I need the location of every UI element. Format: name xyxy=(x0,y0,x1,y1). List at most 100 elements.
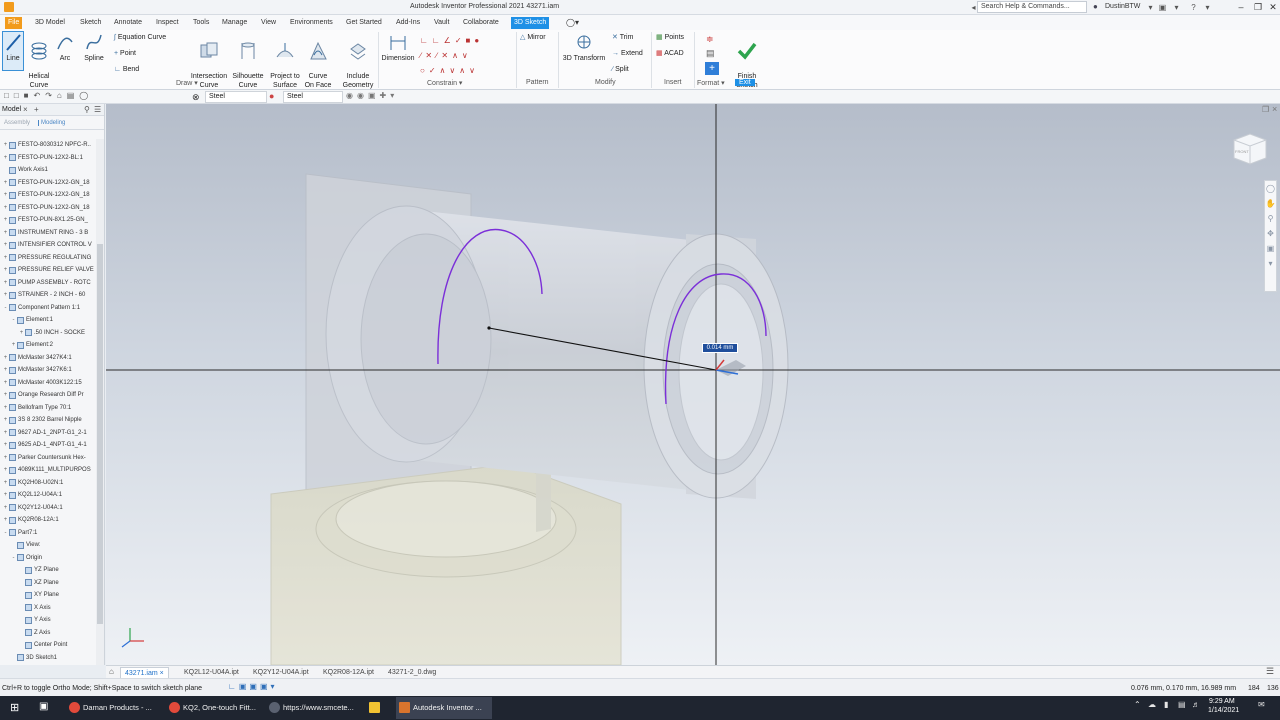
expand-toggle-icon[interactable]: + xyxy=(10,339,17,352)
tab-manage[interactable]: Manage xyxy=(219,17,250,29)
expand-toggle-icon[interactable]: - xyxy=(2,527,9,540)
search-icon[interactable]: ⚲ xyxy=(84,105,90,114)
tree-item[interactable]: 3D Sketch1 xyxy=(0,652,96,665)
viewport-restore-icon[interactable]: ❐ xyxy=(1262,105,1269,114)
qat-icons[interactable]: □□■↶↷⌂▤◯ xyxy=(4,91,93,100)
expand-toggle-icon[interactable]: + xyxy=(2,152,9,165)
expand-toggle-icon[interactable]: + xyxy=(2,477,9,490)
sketch-mode-icons[interactable]: ∟▣▣▣▾ xyxy=(228,682,278,691)
tree-item[interactable]: XY Plane xyxy=(0,589,96,602)
help-search-input[interactable]: Search Help & Commands... xyxy=(977,1,1087,13)
expand-toggle-icon[interactable]: + xyxy=(2,414,9,427)
dimension-button[interactable]: Dimension xyxy=(379,32,417,63)
points-button[interactable]: ▦ Points xyxy=(656,33,684,43)
expand-toggle-icon[interactable]: + xyxy=(2,189,9,202)
expand-toggle-icon[interactable]: + xyxy=(2,489,9,502)
tree-item[interactable]: Center Point xyxy=(0,639,96,652)
expand-toggle-icon[interactable]: + xyxy=(2,239,9,252)
equation-curve-button[interactable]: ∫ Equation Curve xyxy=(114,33,166,43)
tab-modeling[interactable]: Modeling xyxy=(38,120,65,126)
mirror-button[interactable]: △ Mirror xyxy=(520,33,546,43)
close-icon[interactable]: ✕ xyxy=(1264,0,1280,14)
arc-button[interactable]: Arc xyxy=(55,32,75,63)
extend-button[interactable]: → Extend xyxy=(612,49,643,59)
tree-item[interactable]: + INSTRUMENT RING - 3 B xyxy=(0,227,96,240)
tree-item[interactable]: X Axis xyxy=(0,602,96,615)
tab-collaborate[interactable]: Collaborate xyxy=(460,17,502,29)
tree-item[interactable]: + McMaster 3427K4:1 xyxy=(0,352,96,365)
tree-item[interactable]: + PRESSURE REGULATING xyxy=(0,252,96,265)
task-view-icon[interactable]: ▣ xyxy=(39,701,48,712)
tab-view[interactable]: View xyxy=(258,17,279,29)
tab-model[interactable]: Model xyxy=(2,106,21,113)
home-icon[interactable]: ⌂ xyxy=(109,667,114,676)
tab-vault[interactable]: Vault xyxy=(431,17,452,29)
expand-toggle-icon[interactable]: + xyxy=(2,264,9,277)
viewport-close-icon[interactable]: × xyxy=(1272,104,1277,114)
tree-item[interactable]: - Origin xyxy=(0,552,96,565)
line-start-point[interactable] xyxy=(487,326,491,330)
expand-toggle-icon[interactable]: + xyxy=(2,214,9,227)
tree-item[interactable]: + .50 INCH - SOCKE xyxy=(0,327,96,340)
helical-curve-button[interactable]: Helical Curve xyxy=(25,32,53,90)
navigation-bar[interactable]: ◯ ✋ ⚲ ✥ ▣ ▾ xyxy=(1264,180,1277,292)
expand-toggle-icon[interactable]: + xyxy=(2,464,9,477)
tab-annotate[interactable]: Annotate xyxy=(111,17,145,29)
tree-item[interactable]: + PUMP ASSEMBLY - ROTC xyxy=(0,277,96,290)
spline-button[interactable]: Spline xyxy=(82,32,106,63)
expand-toggle-icon[interactable]: + xyxy=(2,377,9,390)
tree-item[interactable]: + PRESSURE RELIEF VALVE xyxy=(0,264,96,277)
taskbar-item-daman[interactable]: Daman Products - ... xyxy=(66,697,162,719)
expand-toggle-icon[interactable]: + xyxy=(2,439,9,452)
menu-icon[interactable]: ☰ xyxy=(94,105,101,114)
tree-item[interactable]: End of Part xyxy=(0,664,96,665)
chevron-down-icon[interactable]: ▾ xyxy=(1171,2,1182,13)
tree-item[interactable]: +9625 AD-1_4NPT-G1_4-1 xyxy=(0,439,96,452)
expand-toggle-icon[interactable]: - xyxy=(10,552,17,565)
appearance-tools-icons[interactable]: ◉◉▣✚▾ xyxy=(346,91,398,100)
tree-item[interactable]: + KQ2Y12-U04A:1 xyxy=(0,502,96,515)
expand-toggle-icon[interactable]: + xyxy=(2,389,9,402)
expand-toggle-icon[interactable]: + xyxy=(2,502,9,515)
tree-item[interactable]: + FESTO-8030312 NPFC-R.. xyxy=(0,139,96,152)
bend-button[interactable]: ∟ Bend xyxy=(114,65,139,75)
tree-item[interactable]: + STRAINER - 2 INCH - 60 xyxy=(0,289,96,302)
include-geometry-button[interactable]: Include Geometry xyxy=(340,32,376,90)
ribbon-options-icon[interactable]: ◯▾ xyxy=(563,17,582,29)
tree-item[interactable]: + FESTO-PUN-12X2-GN_18 xyxy=(0,177,96,190)
tree-item[interactable]: + FESTO-PUN-8X1.25-GN_ xyxy=(0,214,96,227)
menu-icon[interactable]: ☰ xyxy=(1266,666,1274,677)
tree-item[interactable]: + McMaster 4003K122:15 xyxy=(0,377,96,390)
tree-item[interactable]: XZ Plane xyxy=(0,577,96,590)
clock-date[interactable]: 1/14/2021 xyxy=(1208,707,1239,714)
construction-icon[interactable]: ≑ xyxy=(706,34,714,45)
expand-toggle-icon[interactable]: + xyxy=(2,139,9,152)
clock-time[interactable]: 9:29 AM xyxy=(1209,698,1235,705)
tree-item[interactable]: + FESTO-PUN-12X2-BL:1 xyxy=(0,152,96,165)
tab-sketch[interactable]: Sketch xyxy=(77,17,104,29)
tree-item[interactable]: YZ Plane xyxy=(0,564,96,577)
expand-toggle-icon[interactable]: + xyxy=(2,364,9,377)
centerline-icon[interactable]: ▤ xyxy=(706,48,715,59)
tree-item[interactable]: + Element:2 xyxy=(0,339,96,352)
tree-item[interactable]: - Element:1 xyxy=(0,314,96,327)
project-to-surface-button[interactable]: Project to Surface xyxy=(267,32,303,90)
tab-3d-model[interactable]: 3D Model xyxy=(32,17,68,29)
expand-toggle-icon[interactable]: + xyxy=(2,427,9,440)
tree-item[interactable]: + FESTO-PUN-12X2-GN_18 xyxy=(0,189,96,202)
tree-item[interactable]: + Parker Countersunk Hex- xyxy=(0,452,96,465)
chevron-down-icon[interactable]: ▾ xyxy=(1145,2,1156,13)
tab-add-ins[interactable]: Add-Ins xyxy=(393,17,423,29)
taskbar-item-kq2[interactable]: KQ2, One-touch Fitt... xyxy=(166,697,262,719)
trim-button[interactable]: ✕ Trim xyxy=(612,33,633,43)
doc-tab-kq2l12[interactable]: KQ2L12-U04A.ipt xyxy=(180,667,243,678)
tree-item[interactable]: + McMaster 3427K6:1 xyxy=(0,364,96,377)
minimize-icon[interactable]: – xyxy=(1232,0,1250,14)
tree-item[interactable]: - Component Pattern 1:1 xyxy=(0,302,96,315)
windows-start-icon[interactable]: ⊞ xyxy=(10,701,19,714)
tab-tools[interactable]: Tools xyxy=(190,17,212,29)
format-group-label[interactable]: Format ▾ xyxy=(697,79,725,87)
tree-item[interactable]: +9627 AD-1_2NPT-G1_2-1 xyxy=(0,427,96,440)
cart-icon[interactable]: ▣ xyxy=(1157,2,1168,13)
user-name[interactable]: DustinBTW xyxy=(1105,3,1140,10)
